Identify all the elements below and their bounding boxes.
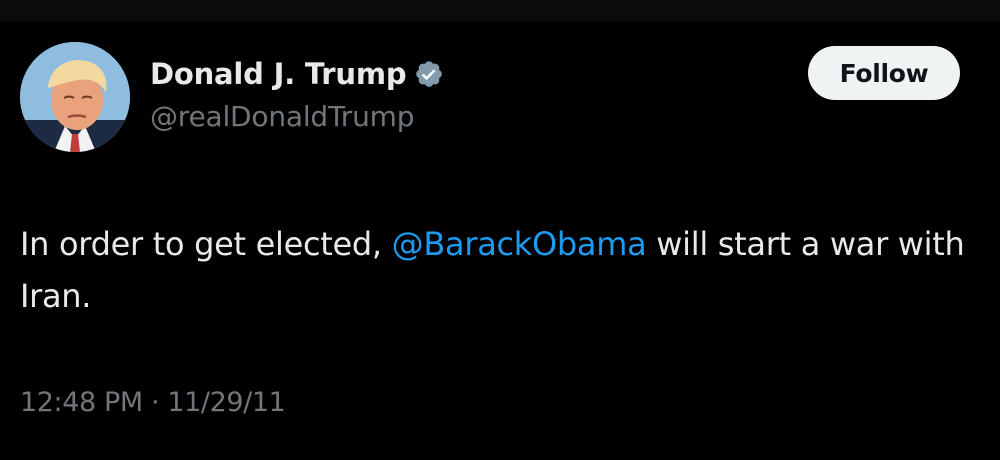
follow-button[interactable]: Follow xyxy=(808,46,960,100)
avatar[interactable] xyxy=(20,42,130,152)
tweet-time: 12:48 PM xyxy=(20,387,143,418)
tweet-date: 11/29/11 xyxy=(167,387,286,418)
author-name-row: Donald J. Trump xyxy=(150,52,444,96)
author-display-name[interactable]: Donald J. Trump xyxy=(150,57,407,91)
tweet-text-before: In order to get elected, xyxy=(20,225,392,263)
author-handle[interactable]: @realDonaldTrump xyxy=(150,100,415,133)
mention-link[interactable]: @BarackObama xyxy=(392,225,647,263)
tweet-card: Donald J. Trump @realDonaldTrump Follow … xyxy=(0,22,1000,460)
timestamp-separator: · xyxy=(150,387,160,418)
tweet-text: In order to get elected, @BarackObama wi… xyxy=(20,218,980,322)
verified-badge-icon xyxy=(414,59,444,89)
top-bar xyxy=(0,0,1000,22)
avatar-image xyxy=(20,42,130,152)
tweet-timestamp[interactable]: 12:48 PM · 11/29/11 xyxy=(20,387,286,418)
